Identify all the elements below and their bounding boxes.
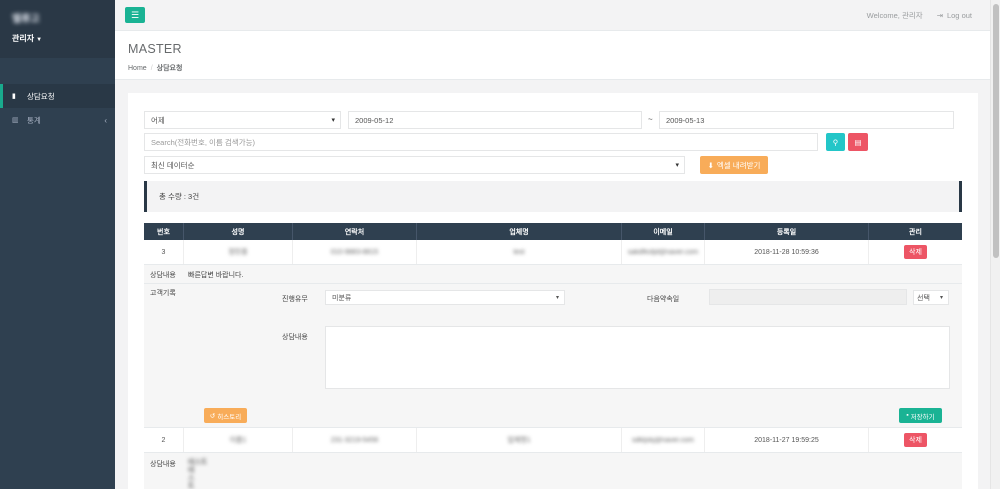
detail-content-row: 상담내용 빠른답변 바랍니다. [144,265,962,284]
memo-textarea[interactable] [325,326,950,389]
logo: 밸류고 [12,14,40,25]
search-input[interactable]: Search(전화번호, 이름 검색가능) [144,133,818,151]
breadcrumb-current: 상담요청 [156,65,183,72]
sidebar-header: 밸류고 관리자 ▼ [0,0,115,58]
download-icon: ⬇ [707,160,714,170]
search-button[interactable]: ⚲ [826,133,845,151]
welcome-text: Welcome, 관리자 [866,10,923,20]
sidebar-item-consult[interactable]: ▮ 상담요청 [0,84,115,108]
calendar-icon: ▤ [854,137,862,147]
page-title: MASTER [128,42,182,56]
page-heading: MASTER Home / 상담요청 [115,31,990,80]
book-icon: ▮ [12,93,16,100]
date-from-input[interactable]: 2009-05-12 [348,111,642,129]
chevron-left-icon: ‹ [104,115,107,125]
search-icon: ⚲ [832,137,839,147]
scrollbar-thumb[interactable] [993,4,999,258]
next-appointment-input[interactable] [709,289,907,305]
sidebar: 밸류고 관리자 ▼ ▮ 상담요청 ▥ 통계 ‹ [0,0,115,489]
user-menu[interactable]: 관리자 ▼ [12,33,103,44]
hamburger-icon: ☰ [130,9,140,20]
sidebar-item-label: 통계 [27,115,41,125]
content-box: 어제 2009-05-12 ~ 2009-05-13 Search(전화번호, … [128,93,978,489]
logout-link[interactable]: ⇥ Log out [937,11,972,20]
menu-toggle-button[interactable]: ☰ [125,7,145,23]
choose-select[interactable]: 선택 [913,290,949,305]
save-icon: ▪ [906,412,909,419]
sign-out-icon: ⇥ [936,10,943,20]
table-row[interactable]: 3 정민중 010-9883-8815 test sakdfksfjd@nave… [144,240,962,265]
calendar-button[interactable]: ▤ [848,133,868,151]
table-header: 번호 성명 연락처 업체명 이메일 등록일 관리 [144,223,962,240]
detail-content-row: 상담내용 테스트 테 스 트 [144,453,962,489]
caret-down-icon: ▼ [36,37,43,43]
customer-record-panel: 고객기록 진행유무 미분류 다음약속일 선택 상담내용 ↺히스토리 ▪저장하기 [144,284,962,428]
topbar: ☰ Welcome, 관리자 ⇥ Log out [115,0,990,31]
sort-select[interactable]: 최신 데이터순 [144,156,685,174]
sidebar-item-label: 상담요청 [27,91,55,101]
total-count: 총 수량 : 3건 [144,181,962,212]
date-range-separator: ~ [648,115,653,124]
delete-button[interactable]: 삭제 [904,245,927,259]
page-scrollbar[interactable] [990,0,1000,489]
status-select[interactable]: 미분류 [325,290,565,305]
user-name: 관리자 [12,34,35,43]
bar-chart-icon: ▥ [12,117,19,124]
date-to-input[interactable]: 2009-05-13 [659,111,954,129]
table-row[interactable]: 2 이름1 231-3219-5456 업체명1 sdkljskj@naver.… [144,428,962,453]
period-select[interactable]: 어제 [144,111,341,129]
save-button[interactable]: ▪ 저장하기 [899,408,942,423]
excel-download-button[interactable]: ⬇ 엑셀 내려받기 [700,156,768,174]
history-icon: ↺ [209,412,216,420]
breadcrumb: Home / 상담요청 [128,65,183,72]
sidebar-item-stats[interactable]: ▥ 통계 ‹ [0,108,115,132]
delete-button[interactable]: 삭제 [904,433,927,447]
consult-table: 번호 성명 연락처 업체명 이메일 등록일 관리 3 정민중 010-9883-… [144,223,962,489]
history-button[interactable]: ↺ 히스토리 [204,408,247,423]
breadcrumb-home[interactable]: Home [128,65,147,72]
